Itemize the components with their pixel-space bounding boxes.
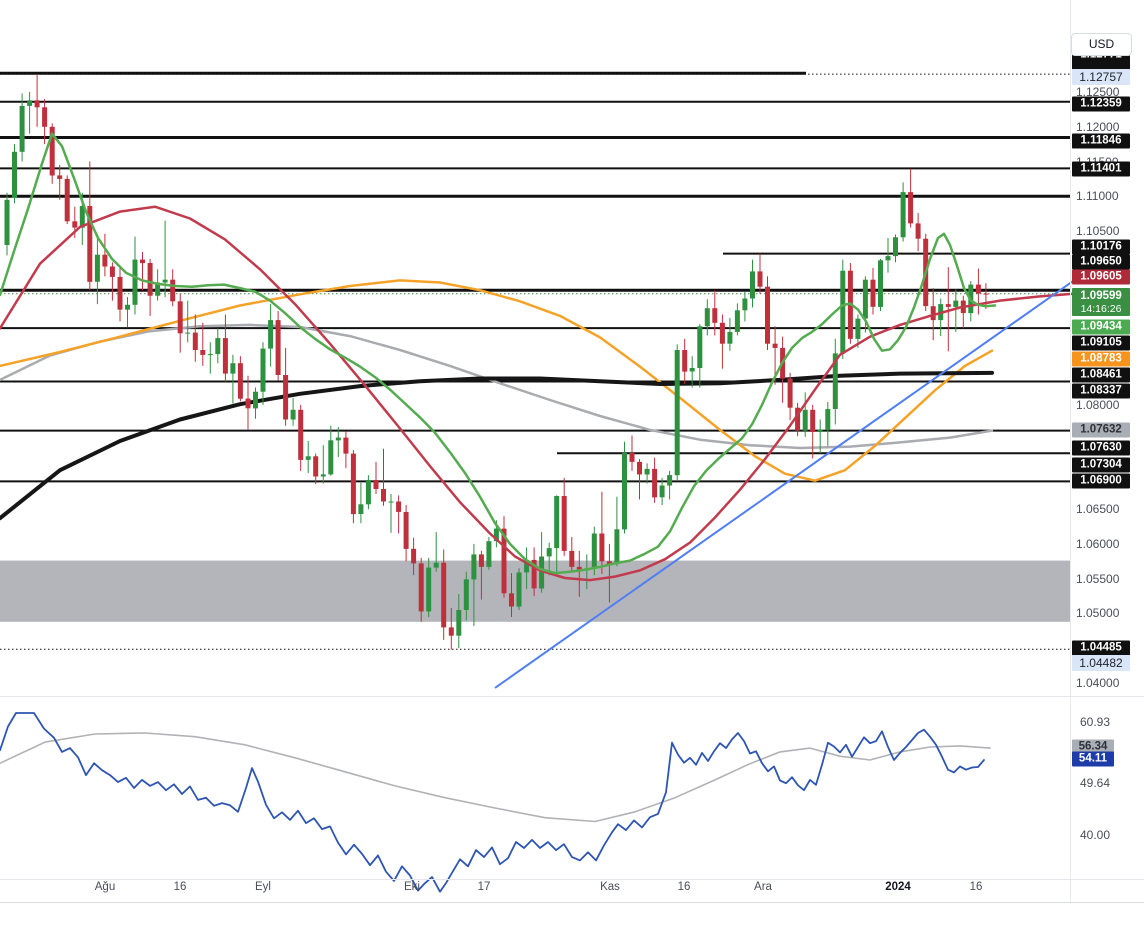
- current-price-tag: 1.0959914:16:26: [1072, 288, 1130, 316]
- candlestick-chart-canvas[interactable]: [0, 0, 1144, 939]
- price-tag: 1.08783: [1072, 352, 1130, 367]
- rsi-line[interactable]: [0, 713, 984, 892]
- price-tag: 1.07630: [1072, 441, 1130, 456]
- price-tag: 1.09434: [1072, 320, 1130, 335]
- time-tick[interactable]: Eyl: [255, 881, 271, 893]
- price-tag: 1.11846: [1072, 134, 1130, 149]
- rsi-tag: 54.11: [1072, 751, 1114, 766]
- price-tick[interactable]: 1.04000: [1076, 676, 1128, 690]
- price-tick[interactable]: 1.06500: [1076, 502, 1128, 516]
- price-tick[interactable]: 1.12000: [1076, 120, 1128, 134]
- time-tick[interactable]: Ara: [754, 881, 772, 893]
- price-tag: 1.10176: [1072, 240, 1130, 255]
- high-value: 1.12757: [1072, 69, 1130, 85]
- rsi-tick[interactable]: 60.93: [1080, 715, 1110, 729]
- time-tick[interactable]: Ağu: [95, 881, 115, 893]
- rsi-tick[interactable]: 49.64: [1080, 776, 1110, 790]
- price-tick[interactable]: 1.05500: [1076, 572, 1128, 586]
- price-tick[interactable]: 1.11000: [1076, 189, 1128, 203]
- time-tick[interactable]: 16: [678, 881, 691, 893]
- price-tag: 1.06900: [1072, 474, 1130, 489]
- time-tick[interactable]: Kas: [600, 881, 620, 893]
- price-tick[interactable]: 1.10500: [1076, 224, 1128, 238]
- time-tick[interactable]: 17: [478, 881, 491, 893]
- time-tick[interactable]: 2024: [885, 881, 911, 893]
- price-tag: 1.09650: [1072, 255, 1130, 270]
- price-tag: 1.08461: [1072, 368, 1130, 383]
- price-tick[interactable]: 1.08000: [1076, 398, 1128, 412]
- price-tag: 1.04485: [1072, 641, 1130, 656]
- currency-unit-button[interactable]: USD: [1071, 33, 1132, 56]
- time-tick[interactable]: 16: [970, 881, 983, 893]
- price-tag: 1.09105: [1072, 336, 1130, 351]
- price-tag: 1.11401: [1072, 162, 1130, 177]
- ma-green-line[interactable]: [0, 134, 995, 573]
- price-tick[interactable]: 1.05000: [1076, 606, 1128, 620]
- time-tick[interactable]: 16: [174, 881, 187, 893]
- price-tag: 1.09605: [1072, 270, 1130, 285]
- price-tag: 1.07632: [1072, 423, 1130, 438]
- rsi-tick[interactable]: 40.00: [1080, 828, 1110, 842]
- price-tag: 1.07304: [1072, 458, 1130, 473]
- price-tag: 1.12359: [1072, 97, 1130, 112]
- rsi-ma-line[interactable]: [0, 733, 990, 822]
- price-tag: 1.08337: [1072, 384, 1130, 399]
- low-value: 1.04482: [1072, 655, 1130, 671]
- trading-chart-window: 1.125001.120001.115001.110001.105001.080…: [0, 0, 1144, 939]
- time-tick[interactable]: Eki: [404, 881, 420, 893]
- trendline[interactable]: [495, 278, 1078, 688]
- price-tick[interactable]: 1.06000: [1076, 537, 1128, 551]
- price-tag: 1.12771: [1072, 55, 1130, 70]
